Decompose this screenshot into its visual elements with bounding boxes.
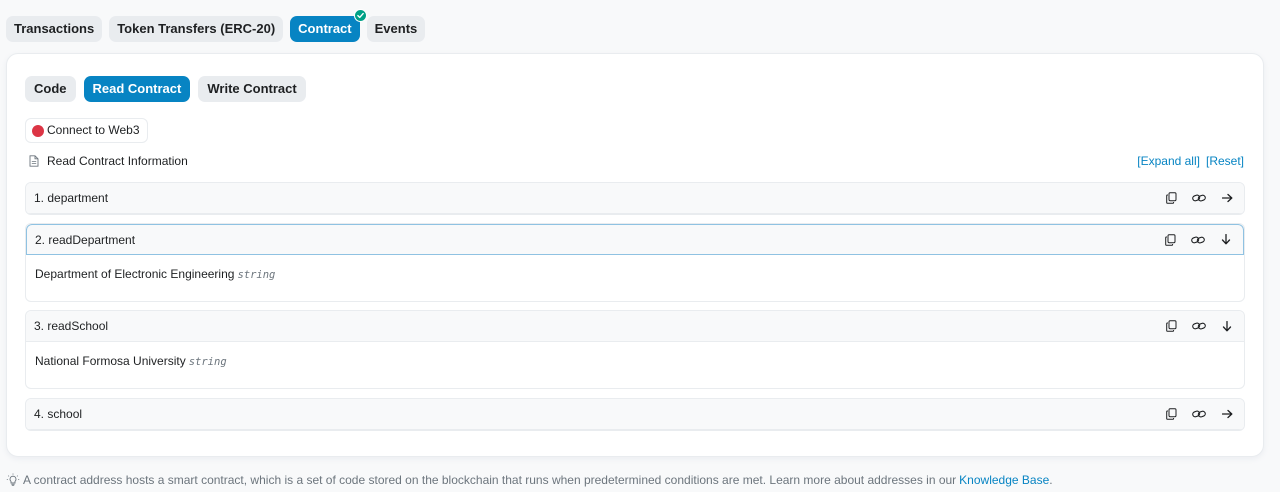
connect-web3-label: Connect to Web3 (47, 123, 140, 137)
document-icon (27, 154, 41, 168)
tab-contract[interactable]: Contract (290, 9, 367, 42)
knowledge-base-link[interactable]: Knowledge Base (959, 473, 1049, 487)
function-name: 2. readDepartment (35, 232, 136, 247)
function-school: 4. school (25, 398, 1245, 431)
link-icon[interactable] (1192, 407, 1206, 421)
arrow-right-icon[interactable] (1220, 407, 1234, 421)
expand-all-link[interactable]: [Expand all] (1137, 154, 1200, 168)
reset-link[interactable]: [Reset] (1206, 154, 1244, 168)
arrow-down-icon[interactable] (1219, 233, 1233, 247)
copy-icon[interactable] (1164, 319, 1178, 333)
arrow-right-icon[interactable] (1220, 191, 1234, 205)
function-name: 1. department (34, 191, 109, 205)
connect-web3-button[interactable]: Connect to Web3 (25, 118, 148, 143)
arrow-down-icon[interactable] (1220, 319, 1234, 333)
result-type: string (237, 269, 276, 281)
copy-icon[interactable] (1163, 233, 1177, 247)
tab-read-contract[interactable]: Read Contract (83, 76, 191, 102)
contract-sub-tabs: Code Read Contract Write Contract (25, 76, 306, 102)
tab-events[interactable]: Events (366, 16, 426, 42)
function-header[interactable]: 1. department (26, 183, 1244, 214)
function-name: 4. school (34, 407, 83, 421)
lightbulb-icon (6, 473, 20, 487)
read-contract-info: Read Contract Information (27, 154, 188, 168)
footer-note: A contract address hosts a smart contrac… (6, 473, 1053, 487)
copy-icon[interactable] (1164, 191, 1178, 205)
function-readSchool: 3. readSchool National Formosa Universit… (25, 310, 1245, 389)
expand-reset-links: [Expand all] [Reset] (1137, 154, 1244, 168)
result-type: string (188, 356, 227, 368)
contract-card: Code Read Contract Write Contract Connec… (6, 53, 1264, 457)
function-readDepartment: 2. readDepartment Department of Electron… (25, 223, 1245, 302)
read-contract-info-label: Read Contract Information (47, 154, 188, 168)
link-icon[interactable] (1192, 191, 1206, 205)
tab-contract-label: Contract (298, 21, 352, 36)
function-department: 1. department (25, 182, 1245, 215)
tab-code[interactable]: Code (25, 76, 76, 102)
function-name: 3. readSchool (34, 319, 109, 333)
link-icon[interactable] (1191, 233, 1205, 247)
copy-icon[interactable] (1164, 407, 1178, 421)
status-dot-icon (32, 124, 44, 137)
tab-write-contract[interactable]: Write Contract (198, 76, 306, 102)
function-header[interactable]: 2. readDepartment (26, 224, 1244, 255)
footer-end: . (1049, 473, 1053, 487)
function-header[interactable]: 4. school (26, 399, 1244, 430)
contract-tabs: Transactions Token Transfers (ERC-20) Co… (6, 9, 426, 42)
link-icon[interactable] (1192, 319, 1206, 333)
tab-transactions[interactable]: Transactions (6, 16, 103, 42)
footer-text: A contract address hosts a smart contrac… (23, 473, 957, 487)
function-result: Department of Electronic Engineering stri… (26, 255, 1244, 301)
function-result: National Formosa University string (26, 342, 1244, 388)
tab-token-transfers[interactable]: Token Transfers (ERC-20) (109, 16, 284, 42)
verified-check-icon (353, 9, 367, 22)
function-header[interactable]: 3. readSchool (26, 311, 1244, 342)
result-value: Department of Electronic Engineering (35, 267, 235, 281)
result-value: National Formosa University (35, 354, 186, 368)
